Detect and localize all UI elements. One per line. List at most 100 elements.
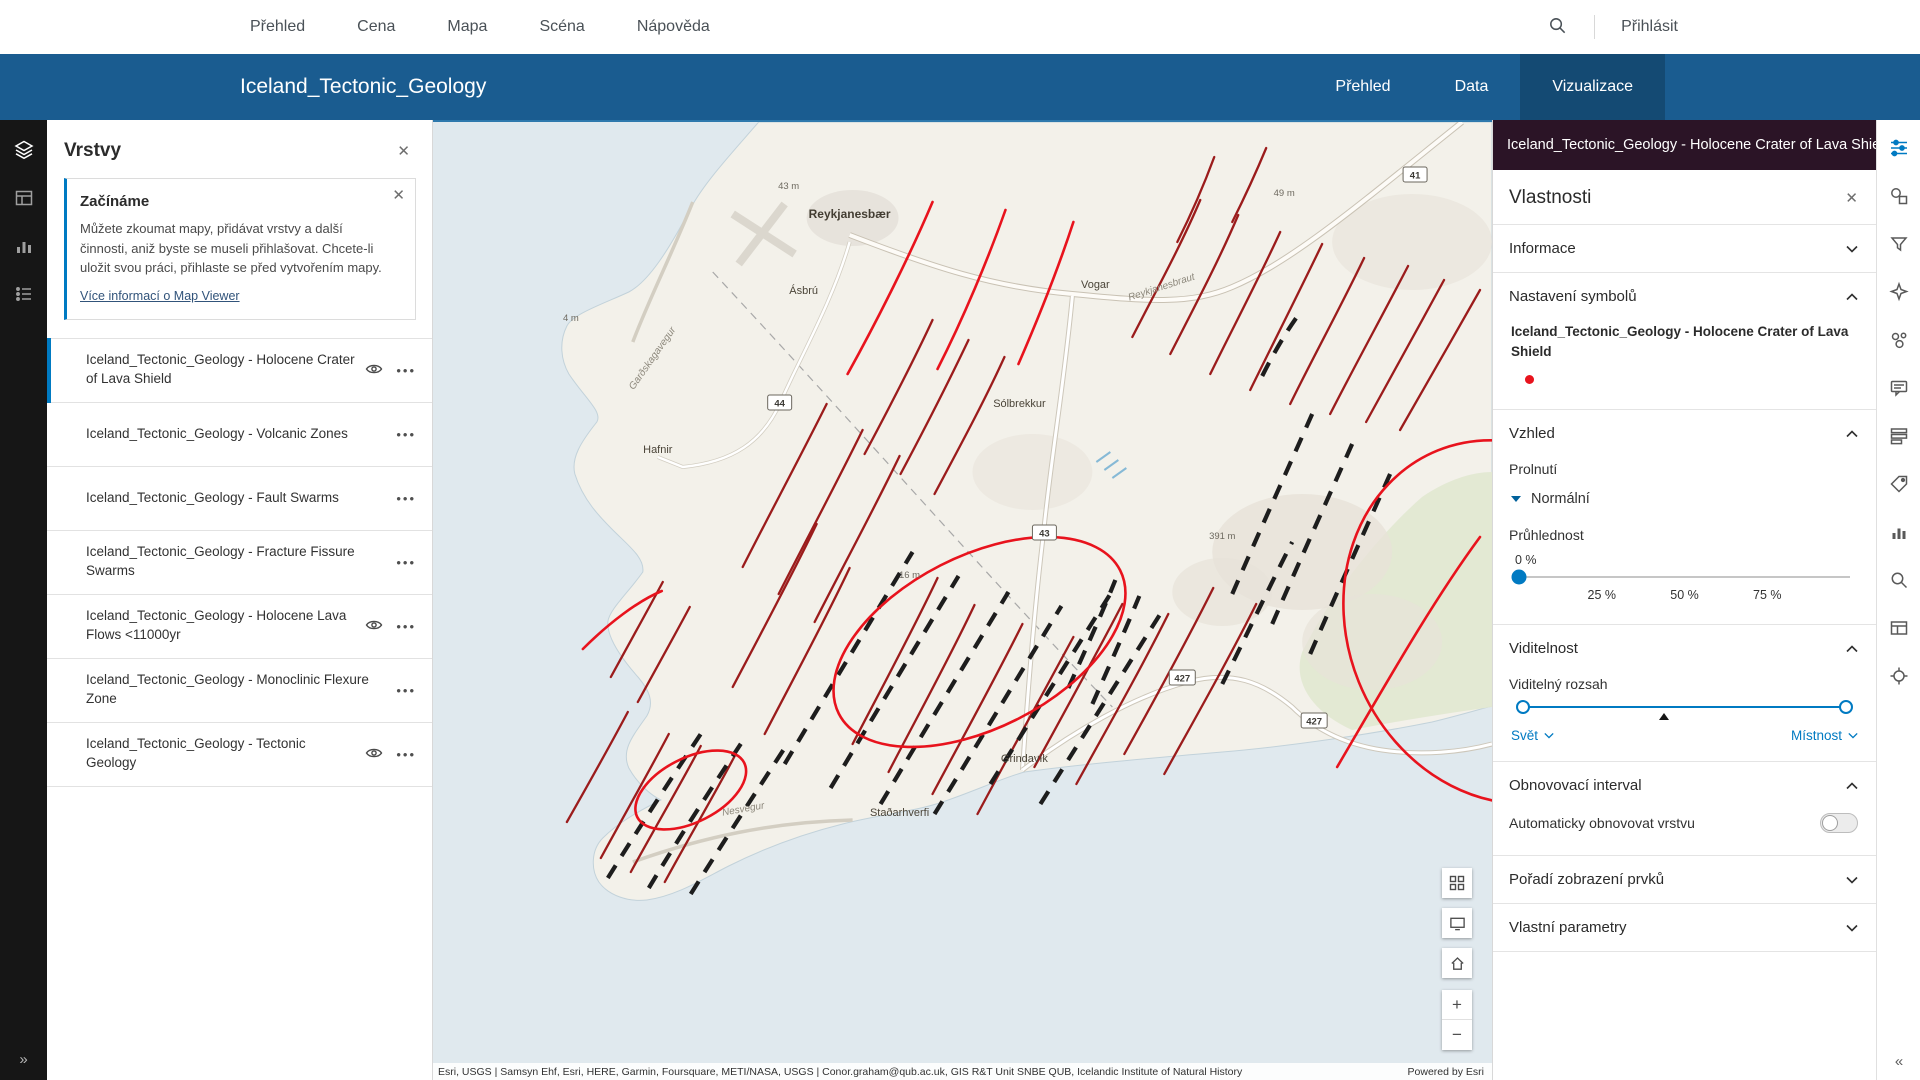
zoom-in-icon[interactable]: +	[1442, 990, 1472, 1020]
legend-icon[interactable]	[0, 270, 47, 318]
visibility-content: Viditelný rozsah Svět Místnost	[1493, 676, 1876, 761]
popups-icon[interactable]	[1877, 364, 1920, 412]
collapse-panel-icon[interactable]: «	[1877, 1048, 1920, 1074]
zoom-out-icon[interactable]: −	[1442, 1020, 1472, 1050]
section-refresh-interval[interactable]: Obnovovací interval	[1493, 762, 1876, 809]
layer-row[interactable]: Iceland_Tectonic_Geology - Holocene Lava…	[47, 595, 432, 659]
fullscreen-icon[interactable]	[1442, 908, 1472, 938]
section-symbology[interactable]: Nastavení symbolů	[1493, 273, 1876, 320]
layer-row[interactable]: Iceland_Tectonic_Geology - Tectonic Geol…	[47, 723, 432, 787]
layer-row[interactable]: Iceland_Tectonic_Geology - Volcanic Zone…	[47, 403, 432, 467]
elevation-label: 43 m	[778, 181, 799, 192]
section-draw-order[interactable]: Pořadí zobrazení prvků	[1493, 856, 1876, 903]
nav-pricing[interactable]: Cena	[357, 18, 395, 36]
layer-options-icon[interactable]: •••	[396, 427, 416, 442]
layer-options-icon[interactable]: •••	[396, 619, 416, 634]
basemap-grid-icon[interactable]	[1442, 868, 1472, 898]
effects-icon[interactable]	[1877, 268, 1920, 316]
tab-overview[interactable]: Přehled	[1303, 54, 1422, 120]
section-label: Viditelnost	[1509, 640, 1578, 657]
range-min-select[interactable]: Svět	[1511, 728, 1554, 743]
blending-select[interactable]: Normální	[1509, 487, 1592, 511]
powered-by-esri: Powered by Esri	[1408, 1066, 1484, 1078]
layer-options-icon[interactable]: •••	[396, 363, 416, 378]
getting-started-card: Začínáme Můžete zkoumat mapy, přidávat v…	[64, 178, 416, 320]
filter-icon[interactable]	[1877, 220, 1920, 268]
search-icon[interactable]	[1877, 556, 1920, 604]
range-max-select[interactable]: Místnost	[1791, 728, 1858, 743]
layer-name: Iceland_Tectonic_Geology - Monoclinic Fl…	[86, 671, 396, 709]
section-appearance[interactable]: Vzhled	[1493, 410, 1876, 457]
range-handle-min[interactable]	[1516, 700, 1530, 714]
charts-icon[interactable]	[0, 222, 47, 270]
visibility-eye-icon[interactable]	[365, 744, 383, 765]
visible-range-slider[interactable]	[1523, 706, 1846, 708]
layer-name: Iceland_Tectonic_Geology - Volcanic Zone…	[86, 425, 396, 444]
right-toolbar: «	[1876, 120, 1920, 1080]
layers-icon[interactable]	[0, 126, 47, 174]
table-icon[interactable]	[1877, 604, 1920, 652]
layer-row[interactable]: Iceland_Tectonic_Geology - Fault Swarms …	[47, 467, 432, 531]
tab-data[interactable]: Data	[1423, 54, 1521, 120]
getting-started-body: Můžete zkoumat mapy, přidávat vrstvy a d…	[80, 219, 387, 278]
map-view[interactable]: 41 44 43 427 427 Reykjanesbær Vogar Ásbr…	[433, 120, 1492, 1080]
visibility-eye-icon[interactable]	[365, 360, 383, 381]
labels-icon[interactable]	[1877, 460, 1920, 508]
divider	[1594, 15, 1595, 39]
zoom-controls: + −	[1442, 990, 1472, 1050]
visibility-eye-icon[interactable]	[365, 616, 383, 637]
styles-icon[interactable]	[1877, 172, 1920, 220]
elevation-label: 391 m	[1209, 531, 1235, 542]
item-tabs: Přehled Data Vizualizace	[1303, 54, 1665, 120]
layer-list: Iceland_Tectonic_Geology - Holocene Crat…	[47, 338, 432, 787]
visible-range-label: Viditelný rozsah	[1509, 676, 1860, 692]
section-label: Obnovovací interval	[1509, 777, 1642, 794]
close-icon[interactable]: ✕	[1845, 191, 1858, 206]
elevation-label: 4 m	[563, 313, 579, 324]
road-shield: 43	[1039, 528, 1050, 539]
fields-icon[interactable]	[1877, 412, 1920, 460]
crosshair-icon[interactable]	[1877, 652, 1920, 700]
layer-name: Iceland_Tectonic_Geology - Holocene Crat…	[86, 351, 365, 389]
chevron-down-icon	[1846, 876, 1858, 884]
layer-options-icon[interactable]: •••	[396, 491, 416, 506]
close-icon[interactable]: ✕	[397, 144, 410, 159]
refresh-toggle-switch[interactable]	[1820, 813, 1858, 833]
tables-icon[interactable]	[0, 174, 47, 222]
layer-row[interactable]: Iceland_Tectonic_Geology - Monoclinic Fl…	[47, 659, 432, 723]
town-label: Reykjanesbær	[809, 207, 891, 221]
properties-icon[interactable]	[1877, 124, 1920, 172]
range-handle-max[interactable]	[1839, 700, 1853, 714]
layer-options-icon[interactable]: •••	[396, 747, 416, 762]
item-title: Iceland_Tectonic_Geology	[240, 75, 486, 99]
road-shield: 44	[774, 398, 785, 409]
nav-overview[interactable]: Přehled	[250, 18, 305, 36]
range-max-value: Místnost	[1791, 728, 1842, 743]
layer-name: Iceland_Tectonic_Geology - Holocene Lava…	[86, 607, 365, 645]
town-label: Vogar	[1081, 279, 1110, 291]
section-visibility[interactable]: Viditelnost	[1493, 625, 1876, 672]
layer-row[interactable]: Iceland_Tectonic_Geology - Fracture Fiss…	[47, 531, 432, 595]
aggregation-icon[interactable]	[1877, 316, 1920, 364]
nav-scene[interactable]: Scéna	[539, 18, 584, 36]
point-symbol-swatch[interactable]	[1525, 375, 1534, 384]
charts-icon[interactable]	[1877, 508, 1920, 556]
layer-row[interactable]: Iceland_Tectonic_Geology - Holocene Crat…	[47, 339, 432, 403]
layer-options-icon[interactable]: •••	[396, 555, 416, 570]
tab-visualization[interactable]: Vizualizace	[1520, 54, 1665, 120]
close-icon[interactable]: ✕	[392, 188, 405, 203]
map-canvas[interactable]: 41 44 43 427 427 Reykjanesbær Vogar Ásbr…	[433, 122, 1492, 1080]
nav-help[interactable]: Nápověda	[637, 18, 710, 36]
section-information[interactable]: Informace	[1493, 225, 1876, 272]
expand-panel-icon[interactable]: »	[0, 1044, 47, 1074]
home-icon[interactable]	[1442, 948, 1472, 978]
nav-map[interactable]: Mapa	[447, 18, 487, 36]
sign-in-button[interactable]: Přihlásit	[1621, 18, 1678, 36]
search-icon[interactable]	[1547, 15, 1568, 39]
getting-started-link[interactable]: Více informací o Map Viewer	[80, 289, 240, 303]
layer-options-icon[interactable]: •••	[396, 683, 416, 698]
section-custom-parameters[interactable]: Vlastní parametry	[1493, 904, 1876, 951]
selected-layer-header: Iceland_Tectonic_Geology - Holocene Crat…	[1493, 120, 1876, 170]
slider-track[interactable]	[1519, 576, 1850, 578]
slider-handle[interactable]	[1512, 570, 1527, 585]
